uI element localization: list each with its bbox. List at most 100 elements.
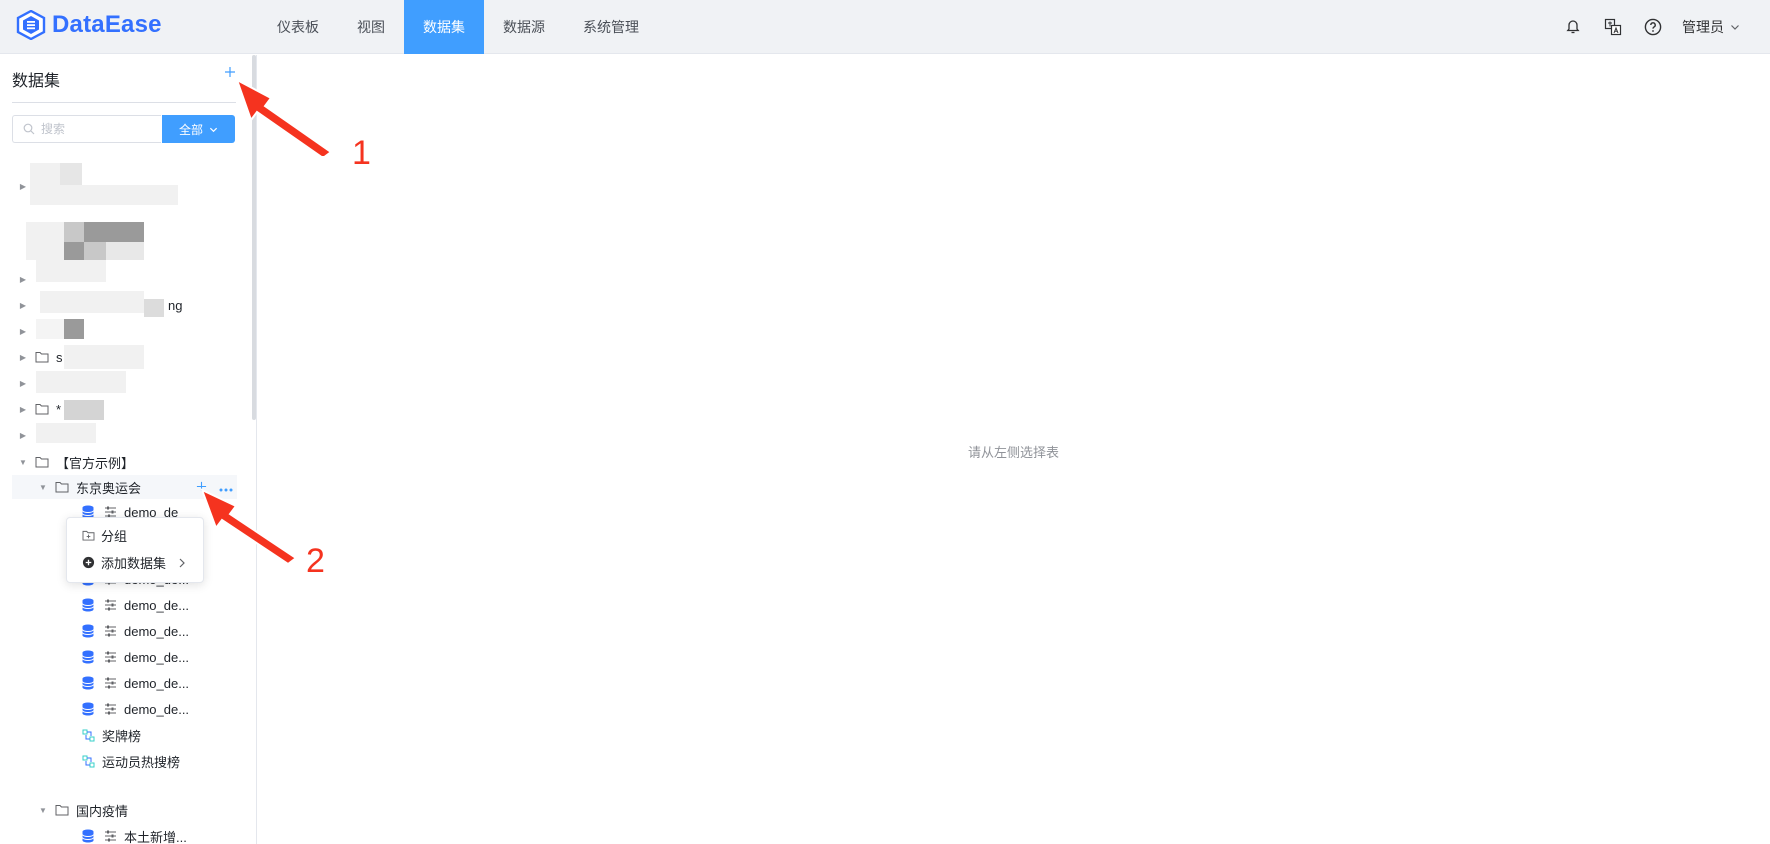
dataset-sidebar: 数据集 全部 ▶ ▶ ▶ ng ▶ ▶ s ▶ ▶ * ▶ [0, 55, 257, 844]
tree-folder-label: 东京奥运会 [76, 480, 142, 496]
nav-dashboard[interactable]: 仪表板 [258, 0, 338, 54]
redacted-block [106, 242, 144, 260]
folder-icon [54, 802, 70, 818]
chevron-down-icon [209, 127, 218, 132]
sliders-icon [102, 828, 118, 844]
caret-right-icon: ▶ [19, 274, 27, 284]
redacted-block [64, 345, 144, 369]
caret-right-icon: ▶ [19, 181, 27, 191]
sliders-icon [102, 675, 118, 691]
tree-folder-official[interactable]: ▼ 【官方示例】 [18, 450, 258, 474]
dataset-label: demo_de... [124, 649, 190, 665]
annotation-number: 1 [352, 134, 371, 172]
redacted-block [84, 242, 106, 260]
header-tools: 管理员 [1562, 0, 1740, 54]
redacted-row-label: ng [168, 297, 183, 313]
dataease-logo-icon [16, 10, 46, 40]
caret-right-icon: ▶ [19, 378, 27, 388]
sliders-icon [102, 701, 118, 717]
tree-folder-label: 国内疫情 [76, 803, 129, 819]
dataset-row[interactable]: 本土新增... [80, 824, 320, 844]
dataset-row[interactable]: demo_de... [80, 671, 320, 695]
redacted-block [36, 260, 106, 282]
dataset-row[interactable]: demo_de... [80, 619, 320, 643]
empty-state-text: 请从左侧选择表 [967, 445, 1059, 460]
help-icon[interactable] [1642, 16, 1664, 38]
database-icon [80, 623, 96, 639]
redacted-row-label: * [56, 401, 62, 417]
dataset-label: demo_de... [124, 597, 190, 613]
tree-folder-covid[interactable]: ▼ 国内疫情 [38, 798, 278, 822]
menu-item-label: 添加数据集 [101, 556, 167, 571]
dataset-row[interactable]: 奖牌榜 [80, 723, 320, 747]
dataset-label: 运动员热搜榜 [102, 754, 181, 770]
menu-item-group[interactable]: 分组 [67, 522, 203, 549]
sidebar-title: 数据集 [12, 73, 61, 90]
redacted-block [36, 319, 64, 339]
redacted-block [64, 319, 84, 339]
sliders-icon [102, 597, 118, 613]
dataset-label: 本土新增... [124, 829, 187, 844]
dataset-row[interactable]: demo_de... [80, 697, 320, 721]
tree-row-redacted[interactable]: ▶ * [18, 397, 258, 421]
user-name: 管理员 [1682, 19, 1724, 35]
redacted-block [64, 242, 84, 260]
redacted-block [36, 423, 96, 443]
nav-view[interactable]: 视图 [338, 0, 404, 54]
redacted-row-label: s [56, 349, 63, 365]
database-icon [80, 828, 96, 844]
tree-folder-label: 【官方示例】 [56, 455, 135, 471]
dataset-row[interactable]: demo_de... [80, 645, 320, 669]
redacted-block [40, 291, 144, 313]
dataset-label: 奖牌榜 [102, 728, 142, 744]
nav-datasource[interactable]: 数据源 [484, 0, 564, 54]
dataset-label: demo_de... [124, 701, 190, 717]
caret-right-icon: ▶ [19, 430, 27, 440]
dataset-label: demo_de... [124, 675, 190, 691]
search-box[interactable] [12, 115, 161, 143]
dataset-label: demo_de... [124, 623, 190, 639]
nav-dataset[interactable]: 数据集 [404, 0, 484, 54]
main-nav: 仪表板 视图 数据集 数据源 系统管理 [258, 0, 658, 54]
redacted-block [84, 222, 144, 242]
annotation-arrow-2 [200, 488, 298, 566]
sliders-icon [102, 649, 118, 665]
notification-icon[interactable] [1562, 16, 1584, 38]
database-icon [80, 675, 96, 691]
caret-right-icon: ▶ [19, 326, 27, 336]
filter-label: 全部 [178, 122, 203, 137]
redacted-block [36, 371, 126, 393]
database-icon [80, 701, 96, 717]
chevron-right-icon [179, 558, 185, 567]
plus-circle-icon [82, 556, 95, 569]
dataset-row[interactable]: demo_de... [80, 593, 320, 617]
union-dataset-icon [80, 727, 96, 743]
redacted-block [64, 400, 104, 420]
search-input[interactable] [41, 122, 141, 136]
menu-item-add-dataset[interactable]: 添加数据集 [67, 549, 203, 576]
annotation-number: 2 [306, 542, 325, 580]
redacted-block [64, 222, 84, 242]
brand-name: DataEase [52, 11, 162, 38]
translate-icon[interactable] [1602, 16, 1624, 38]
caret-down-icon: ▼ [39, 482, 47, 492]
user-menu[interactable]: 管理员 [1682, 17, 1740, 37]
chevron-down-icon [1731, 25, 1739, 30]
dataset-row[interactable]: 运动员热搜榜 [80, 749, 320, 773]
folder-icon [54, 479, 70, 495]
union-dataset-icon [80, 753, 96, 769]
top-header: DataEase 仪表板 视图 数据集 数据源 系统管理 管理员 [0, 0, 1770, 54]
folder-icon [34, 349, 50, 365]
sidebar-divider [12, 102, 236, 103]
caret-down-icon: ▼ [39, 805, 47, 815]
filter-dropdown-button[interactable]: 全部 [162, 115, 235, 143]
folder-add-icon [82, 530, 95, 541]
search-icon [23, 123, 35, 135]
annotation-arrow-1 [235, 77, 333, 156]
redacted-block [26, 222, 64, 260]
logo[interactable]: DataEase [16, 10, 162, 40]
nav-system[interactable]: 系统管理 [564, 0, 658, 54]
folder-icon [34, 454, 50, 470]
redacted-block [144, 299, 164, 317]
caret-right-icon: ▶ [19, 404, 27, 414]
